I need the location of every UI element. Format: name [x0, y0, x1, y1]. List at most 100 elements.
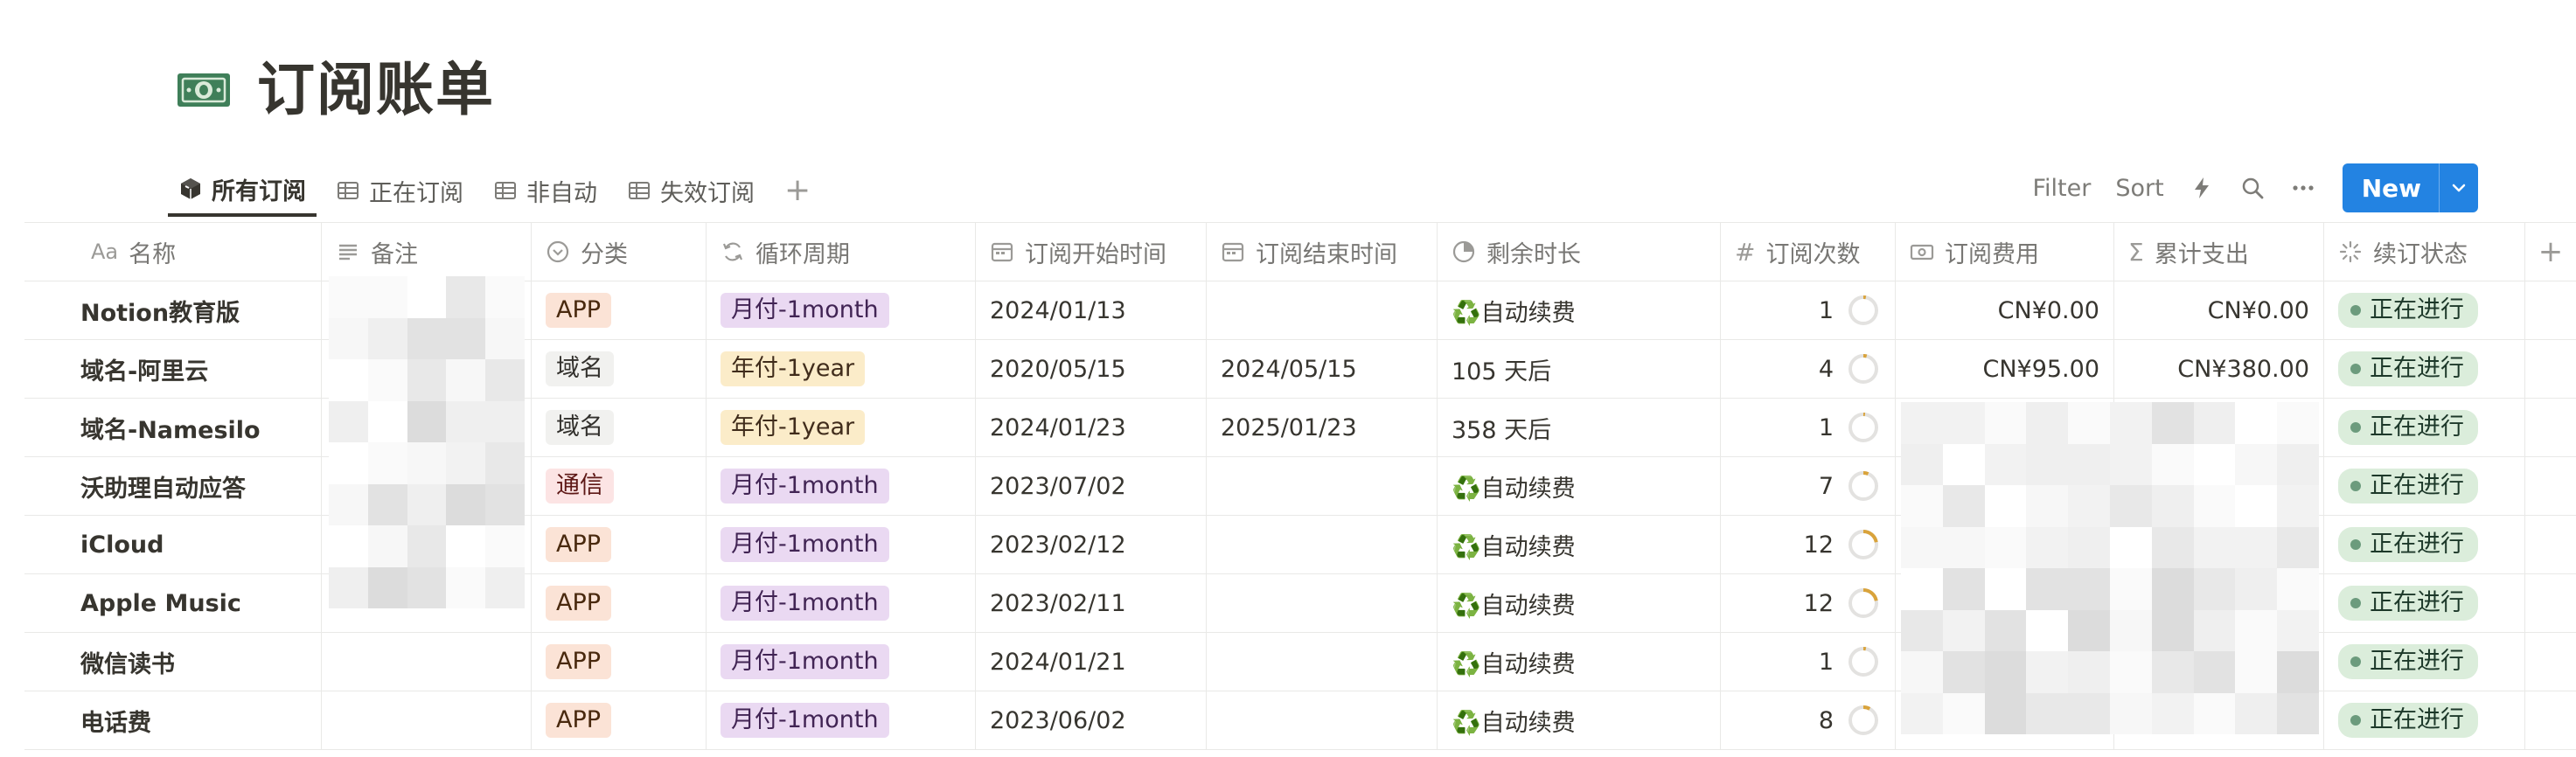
- cell-name[interactable]: Notion教育版: [24, 281, 322, 339]
- new-button[interactable]: New: [2342, 163, 2478, 212]
- cell-end-date[interactable]: [1207, 691, 1438, 749]
- cell-name[interactable]: 域名-阿里云: [24, 340, 322, 398]
- cell-remaining[interactable]: 358 天后: [1438, 399, 1721, 456]
- cell-start-date[interactable]: 2020/05/15: [976, 340, 1207, 398]
- cell-total[interactable]: [2114, 516, 2324, 573]
- more-options-icon[interactable]: [2290, 175, 2316, 201]
- cell-fee[interactable]: [1896, 574, 2114, 632]
- cell-count[interactable]: 1: [1721, 281, 1896, 339]
- cell-end-date[interactable]: 2024/05/15: [1207, 340, 1438, 398]
- column-header-name[interactable]: Aa 名称: [24, 223, 322, 281]
- cell-remaining[interactable]: ♻️自动续费: [1438, 691, 1721, 749]
- cell-category[interactable]: 域名: [532, 340, 707, 398]
- cell-count[interactable]: 1: [1721, 633, 1896, 691]
- cell-end-date[interactable]: [1207, 457, 1438, 515]
- cell-category[interactable]: APP: [532, 691, 707, 749]
- cell-name[interactable]: Apple Music: [24, 574, 322, 632]
- column-header-end-date[interactable]: 订阅结束时间: [1207, 223, 1438, 281]
- subscription-name[interactable]: 域名-Namesilo: [80, 411, 261, 445]
- cell-category[interactable]: 域名: [532, 399, 707, 456]
- cell-cycle[interactable]: 月付-1month: [707, 516, 976, 573]
- column-header-status[interactable]: 续订状态: [2324, 223, 2525, 281]
- tab-expired-subscriptions[interactable]: 失效订阅: [616, 164, 765, 217]
- cell-start-date[interactable]: 2023/06/02: [976, 691, 1207, 749]
- search-icon[interactable]: [2239, 175, 2266, 201]
- cell-end-date[interactable]: [1207, 633, 1438, 691]
- table-row[interactable]: 微信读书 APP 月付-1month 2024/01/21 ♻️自动续费 1 正在进行: [24, 633, 2576, 691]
- cell-status[interactable]: 正在进行: [2324, 457, 2525, 515]
- cell-note[interactable]: [322, 574, 532, 632]
- cell-fee[interactable]: [1896, 516, 2114, 573]
- subscription-name[interactable]: iCloud: [80, 531, 164, 559]
- cell-start-date[interactable]: 2023/07/02: [976, 457, 1207, 515]
- cell-category[interactable]: APP: [532, 574, 707, 632]
- add-property-button[interactable]: +: [2525, 223, 2576, 281]
- new-dropdown-button[interactable]: [2439, 163, 2478, 212]
- cell-cycle[interactable]: 月付-1month: [707, 574, 976, 632]
- table-row[interactable]: iCloud APP 月付-1month 2023/02/12 ♻️自动续费 12 正在进行: [24, 516, 2576, 574]
- cell-start-date[interactable]: 2024/01/13: [976, 281, 1207, 339]
- table-row[interactable]: 域名-阿里云 域名 年付-1year 2020/05/15 2024/05/15 105 …: [24, 340, 2576, 399]
- cell-count[interactable]: 1: [1721, 399, 1896, 456]
- cell-count[interactable]: 7: [1721, 457, 1896, 515]
- new-button-label[interactable]: New: [2343, 163, 2439, 212]
- cell-name[interactable]: iCloud: [24, 516, 322, 573]
- cell-remaining[interactable]: ♻️自动续费: [1438, 574, 1721, 632]
- column-header-note[interactable]: 备注: [322, 223, 532, 281]
- cell-name[interactable]: 域名-Namesilo: [24, 399, 322, 456]
- cell-status[interactable]: 正在进行: [2324, 516, 2525, 573]
- cell-note[interactable]: [322, 340, 532, 398]
- subscription-name[interactable]: 沃助理自动应答: [80, 469, 246, 504]
- cell-note[interactable]: [322, 516, 532, 573]
- table-row[interactable]: 域名-Namesilo 域名 年付-1year 2024/01/23 2025/01/2…: [24, 399, 2576, 457]
- column-header-count[interactable]: # 订阅次数: [1721, 223, 1896, 281]
- cell-total[interactable]: [2114, 457, 2324, 515]
- cell-fee[interactable]: CN¥95.00: [1896, 340, 2114, 398]
- column-header-remaining[interactable]: 剩余时长: [1438, 223, 1721, 281]
- cell-note[interactable]: [322, 281, 532, 339]
- table-row[interactable]: 电话费 APP 月付-1month 2023/06/02 ♻️自动续费 8 正在进行: [24, 691, 2576, 750]
- cell-status[interactable]: 正在进行: [2324, 399, 2525, 456]
- cell-end-date[interactable]: [1207, 516, 1438, 573]
- cell-total[interactable]: [2114, 399, 2324, 456]
- cell-category[interactable]: APP: [532, 516, 707, 573]
- table-row[interactable]: Apple Music APP 月付-1month 2023/02/11 ♻️自动续费 1…: [24, 574, 2576, 633]
- subscription-name[interactable]: 微信读书: [80, 645, 175, 679]
- cell-status[interactable]: 正在进行: [2324, 574, 2525, 632]
- cell-cycle[interactable]: 月付-1month: [707, 457, 976, 515]
- column-header-category[interactable]: 分类: [532, 223, 707, 281]
- cell-start-date[interactable]: 2024/01/23: [976, 399, 1207, 456]
- cell-status[interactable]: 正在进行: [2324, 340, 2525, 398]
- cell-note[interactable]: [322, 691, 532, 749]
- cell-remaining[interactable]: ♻️自动续费: [1438, 633, 1721, 691]
- cell-start-date[interactable]: 2023/02/11: [976, 574, 1207, 632]
- money-banknote-icon[interactable]: [177, 69, 231, 111]
- add-view-button[interactable]: +: [774, 164, 821, 217]
- cell-cycle[interactable]: 年付-1year: [707, 340, 976, 398]
- subscription-name[interactable]: 域名-阿里云: [80, 352, 208, 386]
- cell-remaining[interactable]: ♻️自动续费: [1438, 281, 1721, 339]
- cell-fee[interactable]: [1896, 399, 2114, 456]
- tab-all-subscriptions[interactable]: 所有订阅: [168, 164, 317, 217]
- cell-category[interactable]: 通信: [532, 457, 707, 515]
- cell-status[interactable]: 正在进行: [2324, 281, 2525, 339]
- subscription-name[interactable]: Notion教育版: [80, 294, 240, 328]
- cell-name[interactable]: 沃助理自动应答: [24, 457, 322, 515]
- cell-note[interactable]: [322, 457, 532, 515]
- cell-category[interactable]: APP: [532, 281, 707, 339]
- cell-fee[interactable]: [1896, 633, 2114, 691]
- cell-status[interactable]: 正在进行: [2324, 633, 2525, 691]
- table-row[interactable]: 沃助理自动应答 通信 月付-1month 2023/07/02 ♻️自动续费 7 正在进行: [24, 457, 2576, 516]
- cell-end-date[interactable]: [1207, 574, 1438, 632]
- cell-count[interactable]: 4: [1721, 340, 1896, 398]
- cell-end-date[interactable]: 2025/01/23: [1207, 399, 1438, 456]
- cell-remaining[interactable]: ♻️自动续费: [1438, 516, 1721, 573]
- filter-button[interactable]: Filter: [2032, 175, 2091, 202]
- cell-total[interactable]: [2114, 574, 2324, 632]
- cell-note[interactable]: [322, 633, 532, 691]
- cell-fee[interactable]: [1896, 691, 2114, 749]
- cell-total[interactable]: [2114, 691, 2324, 749]
- cell-total[interactable]: CN¥0.00: [2114, 281, 2324, 339]
- cell-cycle[interactable]: 月付-1month: [707, 281, 976, 339]
- column-header-total[interactable]: Σ 累计支出: [2114, 223, 2324, 281]
